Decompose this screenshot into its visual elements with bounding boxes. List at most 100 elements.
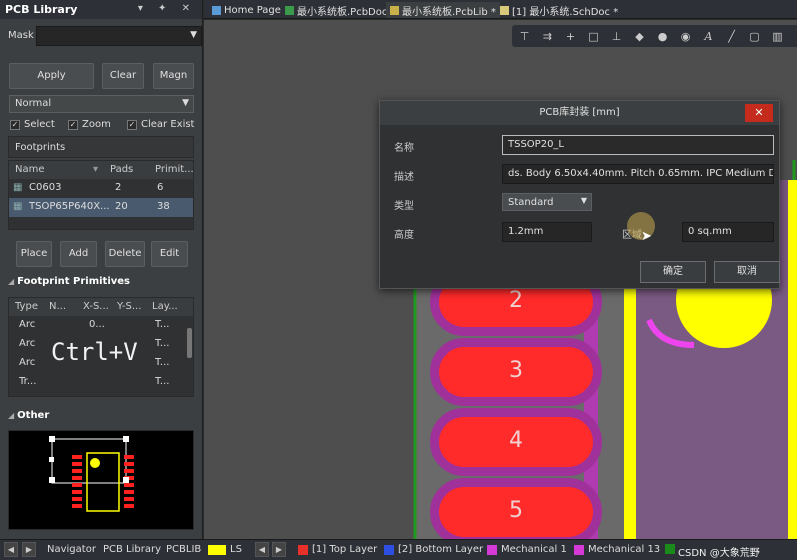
layer-tab-mechanical-15[interactable] <box>665 544 675 554</box>
footprints-table: Name ▾ Pads Primit... ▦ C0603 2 6 ▦ TSOP… <box>8 160 194 230</box>
clear-button[interactable]: Clear <box>102 63 144 89</box>
type-select[interactable]: Standard ▼ <box>502 193 592 211</box>
layer-set-ls[interactable]: LS <box>208 544 242 555</box>
col-name[interactable]: Name <box>15 164 45 175</box>
ok-button[interactable]: 确定 <box>640 261 706 283</box>
layer-label: [1] Top Layer <box>312 544 378 555</box>
scrollbar-thumb[interactable] <box>187 328 192 358</box>
zoom-checkbox[interactable]: ✓ Zoom <box>68 119 111 130</box>
col-y-size[interactable]: Y-S... <box>117 301 141 312</box>
clear-exist-checkbox[interactable]: ✓ Clear Exist <box>127 119 194 130</box>
other-section[interactable]: ◢ Other <box>8 410 49 421</box>
height-input[interactable]: 1.2mm <box>502 222 592 242</box>
navigator-panel-tab[interactable]: Navigator <box>47 544 96 555</box>
add-button[interactable]: Add <box>60 241 97 267</box>
tab-label: [1] 最小系统.SchDoc * <box>512 6 619 18</box>
pad-icon[interactable]: ● <box>656 30 669 43</box>
collapse-triangle-icon: ◢ <box>8 277 15 286</box>
layer-tab-mechanical-1[interactable]: Mechanical 1 <box>487 544 567 555</box>
primitive-layer: T... <box>155 338 170 349</box>
close-button[interactable]: ✕ <box>745 104 773 122</box>
route-icon[interactable]: ⇉ <box>541 30 554 43</box>
pcb-lib-icon <box>390 5 399 15</box>
select-rect-icon[interactable]: □ <box>587 30 600 43</box>
region-icon[interactable]: ▢ <box>748 30 761 43</box>
area-input[interactable]: 0 sq.mm <box>682 222 774 242</box>
table-row[interactable]: Arc 0... T... <box>9 316 193 335</box>
description-input[interactable]: ds. Body 6.50x4.40mm. Pitch 0.65mm. IPC … <box>502 164 774 184</box>
footprint-preview[interactable] <box>8 430 194 530</box>
tab-home-page[interactable]: Home Page <box>208 2 285 18</box>
primitives-table: Type N... X-S... Y-S... Lay... Arc 0... … <box>8 297 194 397</box>
chart-icon[interactable]: ▥ <box>771 30 784 43</box>
via-icon[interactable]: ◉ <box>679 30 692 43</box>
col-pads[interactable]: Pads <box>110 164 133 175</box>
col-layer[interactable]: Lay... <box>152 301 178 312</box>
layer-tab-top[interactable]: [1] Top Layer <box>298 544 377 555</box>
mode-select[interactable]: Normal ▼ <box>9 95 194 113</box>
footprint-primitives: 38 <box>157 201 170 212</box>
description-label: 描述 <box>394 172 414 183</box>
pad-number: 2 <box>509 288 523 313</box>
crosshair-icon[interactable]: + <box>564 30 577 43</box>
select-checkbox-label: Select <box>24 119 55 130</box>
footprint-pads: 2 <box>115 182 122 193</box>
layer-scroll-right-icon[interactable]: ▶ <box>272 542 286 557</box>
chevron-down-icon[interactable]: ▼ <box>190 30 197 40</box>
footprint-primitives-title: Footprint Primitives <box>17 276 130 287</box>
watermark: CSDN @大象荒野 <box>678 548 760 559</box>
line-icon[interactable]: ╱ <box>725 30 738 43</box>
tab-schdoc[interactable]: [1] 最小系统.SchDoc * <box>496 2 622 18</box>
select-checkbox[interactable]: ✓ Select <box>10 119 55 130</box>
pcb-library-panel-tab[interactable]: PCB Library <box>103 544 161 555</box>
tab-pcbdoc[interactable]: 最小系统板.PcbDoc <box>281 2 391 18</box>
table-row[interactable]: Tr... T... <box>9 373 193 392</box>
mask-input[interactable]: ▼ <box>36 26 202 46</box>
mode-value: Normal <box>15 98 52 109</box>
scroll-right-icon[interactable]: ▶ <box>22 542 36 557</box>
layer-tab-bottom[interactable]: [2] Bottom Layer <box>384 544 483 555</box>
active-bar-toolbar: ⊤ ⇉ + □ ⊥ ◆ ● ◉ A ╱ ▢ ▥ <box>512 25 797 47</box>
scroll-left-icon[interactable]: ◀ <box>4 542 18 557</box>
type-label: 类型 <box>394 201 414 212</box>
primitive-layer: T... <box>155 376 170 387</box>
eraser-icon[interactable]: ◆ <box>633 30 646 43</box>
footprints-table-header: Name ▾ Pads Primit... <box>9 161 194 179</box>
col-n[interactable]: N... <box>49 301 66 312</box>
pcb-pad[interactable]: 5 <box>430 478 602 539</box>
pcb-pad[interactable]: 3 <box>430 338 602 406</box>
col-x-size[interactable]: X-S... <box>83 301 109 312</box>
footprints-header: Footprints <box>8 136 194 158</box>
text-icon[interactable]: A <box>702 30 715 43</box>
apply-button[interactable]: Apply <box>9 63 94 89</box>
mask-row: Mask ▼ <box>8 26 202 46</box>
pcb-pad[interactable]: 4 <box>430 408 602 476</box>
delete-button[interactable]: Delete <box>105 241 145 267</box>
footprint-properties-dialog: PCB库封装 [mm] ✕ 名称 TSSOP20_L 描述 ds. Body 6… <box>379 100 780 289</box>
layer-swatch <box>487 544 497 555</box>
edit-button[interactable]: Edit <box>151 241 188 267</box>
tab-pcblib[interactable]: 最小系统板.PcbLib * <box>386 2 500 18</box>
check-icon: ✓ <box>10 119 20 130</box>
col-primitives[interactable]: Primit... <box>155 164 194 175</box>
layer-scroll-left-icon[interactable]: ◀ <box>255 542 269 557</box>
layer-tab-mechanical-13[interactable]: Mechanical 13 <box>574 544 660 555</box>
sort-icon[interactable]: ▾ <box>93 164 98 175</box>
place-button[interactable]: Place <box>16 241 52 267</box>
pcblib-panel-tab[interactable]: PCBLIB <box>166 544 201 555</box>
name-input[interactable]: TSSOP20_L <box>502 135 774 155</box>
mouse-cursor-icon: ➤ <box>641 229 652 244</box>
table-row[interactable]: ▦ C0603 2 6 <box>9 179 193 198</box>
panel-window-controls[interactable]: ▾ ✦ ✕ <box>138 3 196 14</box>
col-type[interactable]: Type <box>15 301 38 312</box>
magnify-button[interactable]: Magn <box>153 63 194 89</box>
footprint-primitives-section[interactable]: ◢ Footprint Primitives <box>8 276 130 287</box>
table-row[interactable]: ▦ TSOP65P640X... 20 38 <box>9 198 193 217</box>
align-icon[interactable]: ⊥ <box>610 30 623 43</box>
primitive-type: Arc <box>19 319 36 330</box>
dialog-title-bar: PCB库封装 [mm] ✕ <box>380 101 779 125</box>
ls-label: LS <box>230 544 242 555</box>
filter-icon[interactable]: ⊤ <box>518 30 531 43</box>
footprint-name: TSOP65P640X... <box>29 201 110 212</box>
cancel-button[interactable]: 取消 <box>714 261 780 283</box>
